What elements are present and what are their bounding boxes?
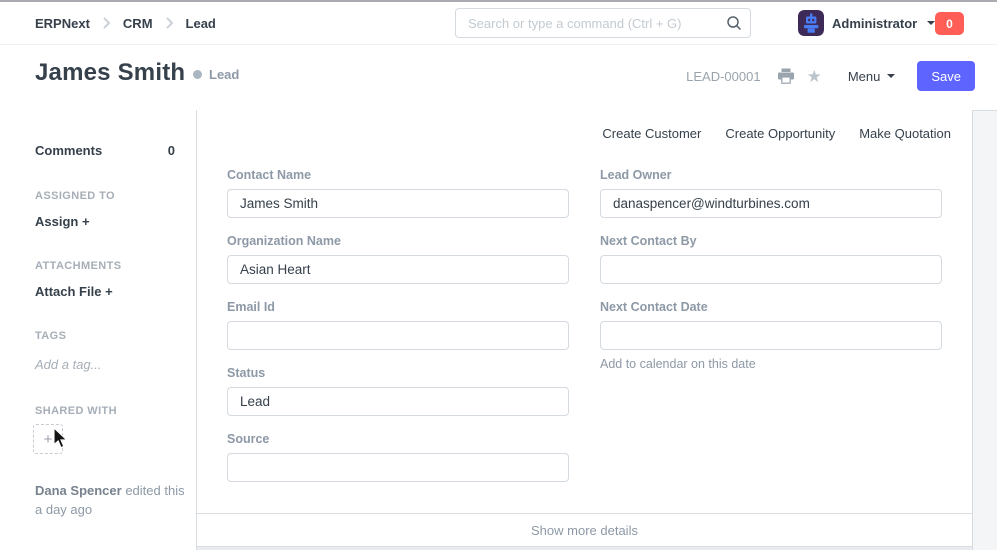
organization-name-field: Organization Name xyxy=(227,234,569,284)
search-input[interactable] xyxy=(455,8,751,38)
chevron-down-icon xyxy=(887,74,895,78)
breadcrumb-item-crm[interactable]: CRM xyxy=(123,16,153,31)
create-opportunity-button[interactable]: Create Opportunity xyxy=(725,126,835,141)
robot-avatar-icon xyxy=(798,10,824,36)
page-title: James Smith xyxy=(35,59,185,87)
create-customer-button[interactable]: Create Customer xyxy=(602,126,701,141)
breadcrumb-item-erpnext[interactable]: ERPNext xyxy=(35,16,90,31)
email-id-input[interactable] xyxy=(227,321,569,350)
user-menu[interactable]: Administrator xyxy=(798,2,935,44)
organization-name-input[interactable] xyxy=(227,255,569,284)
print-icon[interactable] xyxy=(777,68,795,84)
next-contact-date-help: Add to calendar on this date xyxy=(600,357,942,371)
comments-count: 0 xyxy=(168,143,175,158)
shared-with-heading: SHARED WITH xyxy=(35,405,117,417)
comments-link[interactable]: Comments 0 xyxy=(35,143,175,158)
menu-button[interactable]: Menu xyxy=(848,69,896,84)
next-contact-by-label: Next Contact By xyxy=(600,234,942,248)
source-select[interactable] xyxy=(227,453,569,482)
assigned-to-heading: ASSIGNED TO xyxy=(35,190,115,202)
source-field: Source xyxy=(227,432,569,482)
next-contact-date-field: Next Contact Date Add to calendar on thi… xyxy=(600,300,942,371)
attachments-heading: ATTACHMENTS xyxy=(35,260,121,272)
breadcrumb-item-lead[interactable]: Lead xyxy=(186,16,216,31)
star-icon[interactable]: ★ xyxy=(807,68,822,85)
make-quotation-button[interactable]: Make Quotation xyxy=(859,126,951,141)
save-button[interactable]: Save xyxy=(917,61,975,91)
notification-badge[interactable]: 0 xyxy=(935,12,964,35)
share-add-button[interactable]: + xyxy=(33,424,63,454)
organization-name-label: Organization Name xyxy=(227,234,569,248)
status-label: Status xyxy=(227,366,569,380)
chevron-right-icon xyxy=(165,16,174,30)
show-more-details-label: Show more details xyxy=(531,523,638,538)
doc-id: LEAD-00001 xyxy=(686,69,760,84)
contact-name-label: Contact Name xyxy=(227,168,569,182)
add-tag-input[interactable]: Add a tag... xyxy=(35,357,102,372)
form-actions: Create Customer Create Opportunity Make … xyxy=(602,126,951,141)
next-contact-date-label: Next Contact Date xyxy=(600,300,942,314)
form-body: Create Customer Create Opportunity Make … xyxy=(197,110,973,550)
lead-owner-field: Lead Owner xyxy=(600,168,942,218)
status-select[interactable] xyxy=(227,387,569,416)
status-dot-icon xyxy=(193,70,202,79)
next-contact-by-field: Next Contact By xyxy=(600,234,942,284)
user-name: Administrator xyxy=(832,16,917,31)
page-header: James Smith Lead LEAD-00001 ★ Menu Save xyxy=(0,45,997,111)
attach-file-link[interactable]: Attach File + xyxy=(35,284,113,299)
status-indicator-label: Lead xyxy=(209,67,239,82)
global-search xyxy=(455,8,751,38)
email-id-field: Email Id xyxy=(227,300,569,350)
comments-label: Comments xyxy=(35,143,102,158)
status-field: Status xyxy=(227,366,569,416)
page-header-actions: LEAD-00001 ★ Menu Save xyxy=(686,61,975,91)
assign-link[interactable]: Assign + xyxy=(35,214,90,229)
lead-owner-label: Lead Owner xyxy=(600,168,942,182)
lead-owner-input[interactable] xyxy=(600,189,942,218)
form-column-left: Contact Name Organization Name Email Id … xyxy=(227,168,569,498)
next-contact-by-input[interactable] xyxy=(600,255,942,284)
breadcrumb: ERPNext CRM Lead xyxy=(35,2,216,44)
erpnext-lead-page: { "colors": { "accent": "#5e64ff", "badg… xyxy=(0,0,997,550)
form-column-right: Lead Owner Next Contact By Next Contact … xyxy=(600,168,942,387)
email-id-label: Email Id xyxy=(227,300,569,314)
source-label: Source xyxy=(227,432,569,446)
show-more-details-button[interactable]: Show more details xyxy=(197,513,972,547)
navbar: ERPNext CRM Lead xyxy=(0,2,997,45)
tags-heading: TAGS xyxy=(35,330,66,342)
menu-button-label: Menu xyxy=(848,69,881,84)
status-indicator: Lead xyxy=(193,67,239,82)
contact-name-input[interactable] xyxy=(227,189,569,218)
last-edited-note: Dana Spencer edited this a day ago xyxy=(35,481,185,519)
chevron-right-icon xyxy=(102,16,111,30)
edited-by-name: Dana Spencer xyxy=(35,483,122,498)
search-icon[interactable] xyxy=(726,15,742,36)
form-sidebar: Comments 0 ASSIGNED TO Assign + ATTACHME… xyxy=(0,110,197,550)
next-contact-date-input[interactable] xyxy=(600,321,942,350)
contact-name-field: Contact Name xyxy=(227,168,569,218)
